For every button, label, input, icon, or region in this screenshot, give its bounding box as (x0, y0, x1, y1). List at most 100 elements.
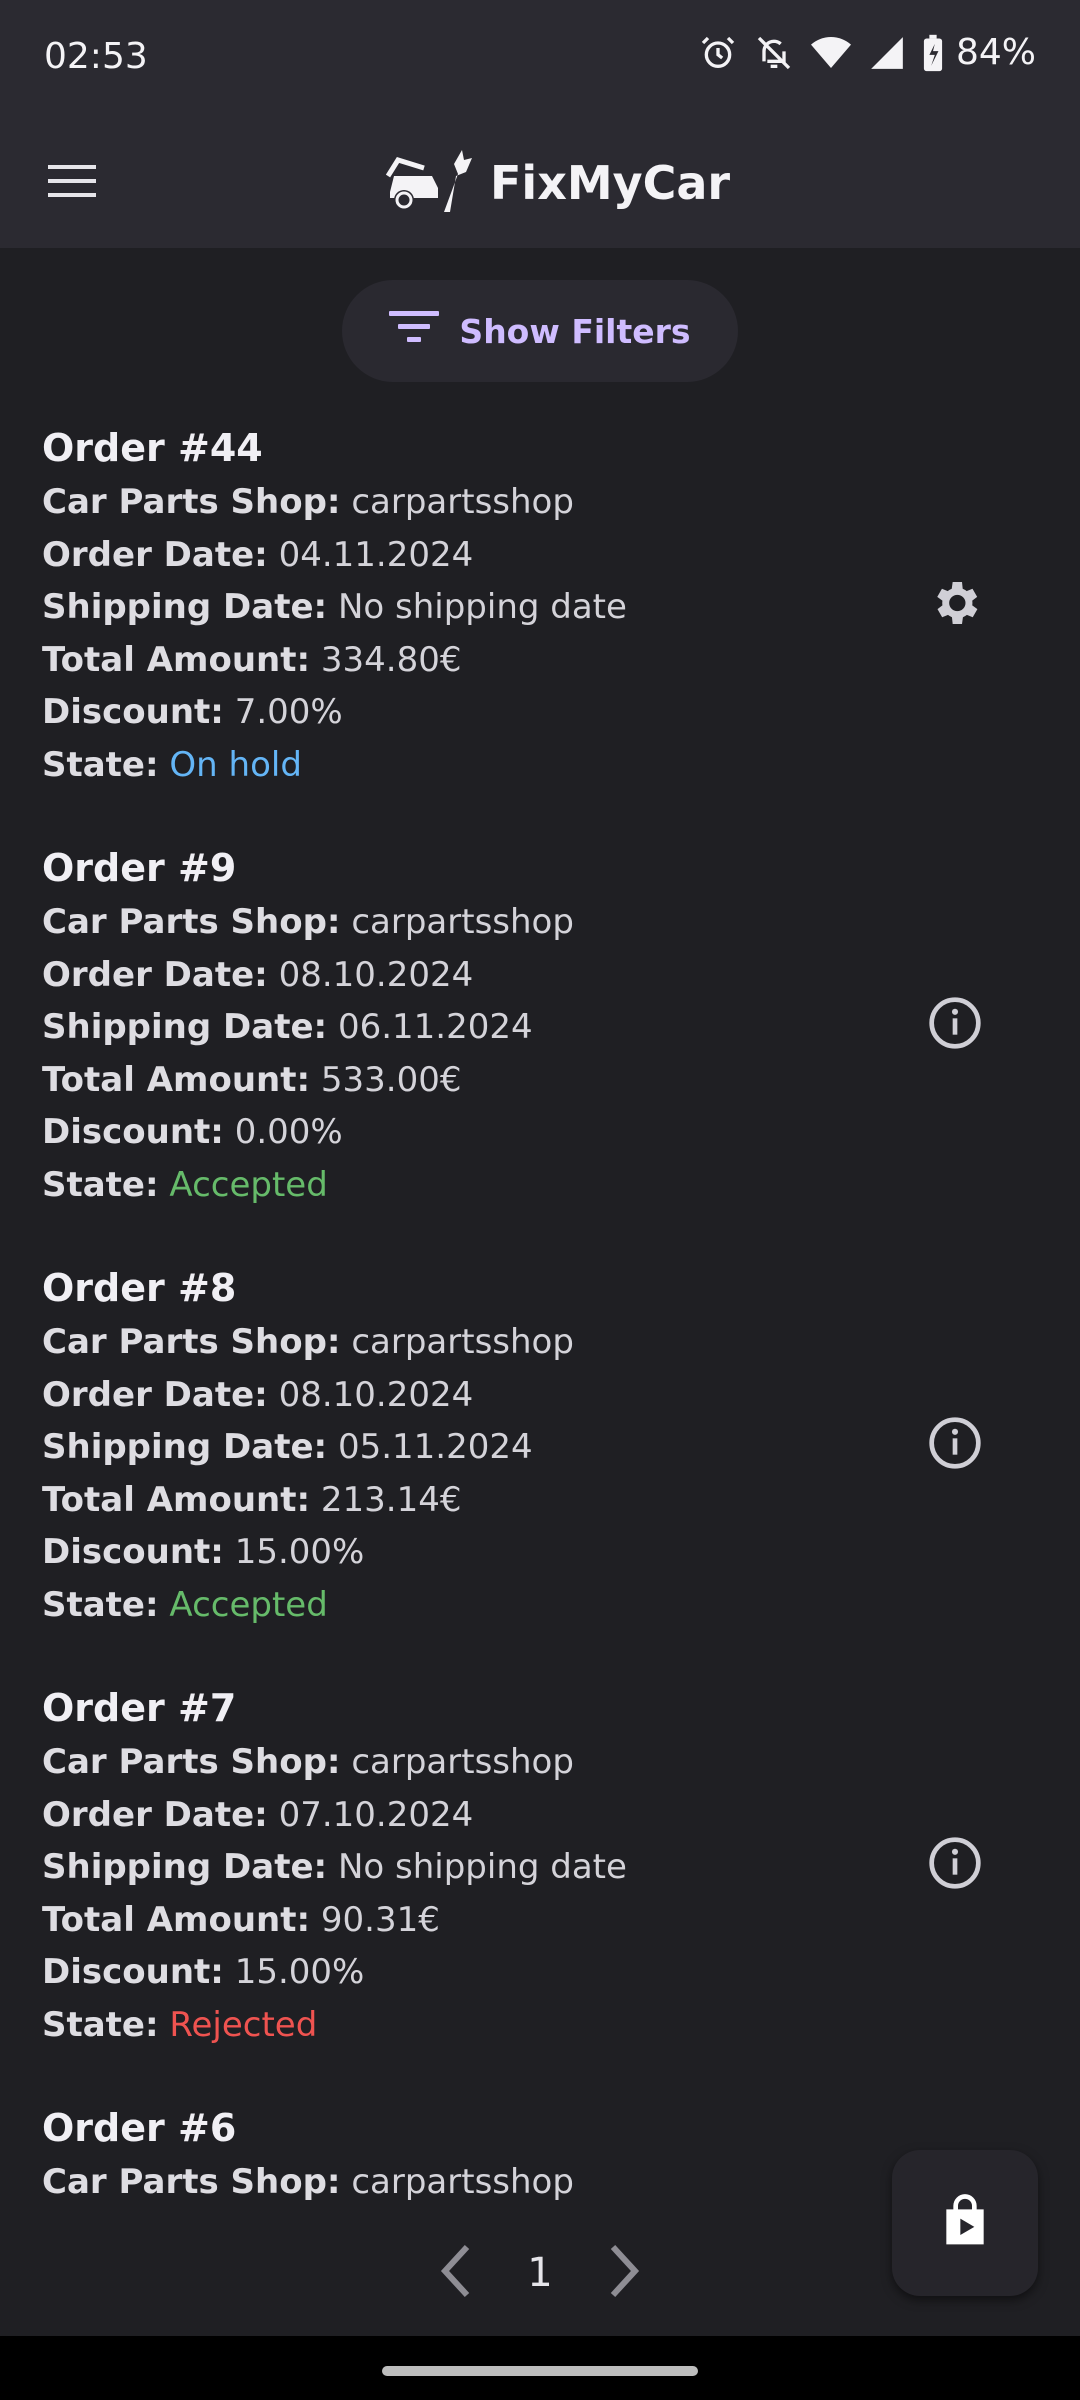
chevron-left-icon (437, 2244, 477, 2303)
order-info-button[interactable] (910, 980, 1000, 1070)
state-label: State: (42, 744, 159, 785)
shop-label: Car Parts Shop: (42, 482, 341, 522)
signal-icon (868, 33, 906, 73)
state-row: State: On hold (42, 739, 1042, 792)
total-amount-value: 213.14€ (320, 1479, 462, 1520)
discount-row: Discount: 7.00% (42, 686, 1042, 739)
order-title: Order #7 (42, 1686, 237, 1730)
menu-button[interactable] (36, 146, 110, 220)
status-bar: 02:53 84% (0, 0, 1080, 118)
battery-charging-icon (922, 33, 944, 73)
hamburger-menu-icon (48, 163, 98, 203)
discount-row: Discount: 15.00% (42, 1526, 1042, 1579)
total-amount-row: Total Amount: 90.31€ (42, 1894, 1042, 1947)
orders-list: Order #44 Car Parts Shop: carpartsshop O… (0, 408, 1080, 2208)
shop-value: carpartsshop (351, 902, 574, 942)
order-date-value: 08.10.2024 (278, 954, 474, 995)
order-date-label: Order Date: (42, 954, 268, 995)
discount-label: Discount: (42, 692, 224, 732)
shipping-date-label: Shipping Date: (42, 587, 328, 627)
state-value: Rejected (169, 2004, 318, 2045)
total-amount-value: 533.00€ (320, 1059, 462, 1100)
discount-row: Discount: 0.00% (42, 1106, 1042, 1159)
order-info-button[interactable] (910, 1820, 1000, 1910)
shop-value: carpartsshop (351, 1742, 574, 1782)
order-title: Order #8 (42, 1266, 237, 1310)
state-label: State: (42, 1584, 159, 1625)
discount-value: 0.00% (234, 1112, 343, 1152)
filter-list-icon (389, 309, 440, 353)
order-shop-row: Car Parts Shop: carpartsshop (42, 1316, 1042, 1369)
order-shop-row: Car Parts Shop: carpartsshop (42, 896, 1042, 949)
gear-icon (927, 575, 983, 635)
order-date-value: 08.10.2024 (278, 1374, 474, 1415)
total-amount-label: Total Amount: (42, 639, 311, 680)
order-date-row: Order Date: 08.10.2024 (42, 1369, 1042, 1422)
shipping-date-row: Shipping Date: 05.11.2024 (42, 1421, 1042, 1474)
order-title: Order #44 (42, 426, 263, 470)
wifi-icon (810, 33, 852, 73)
order-title: Order #9 (42, 846, 237, 890)
order-shop-row: Car Parts Shop: carpartsshop (42, 476, 1042, 529)
discount-label: Discount: (42, 1532, 224, 1572)
state-value: Accepted (169, 1584, 328, 1625)
total-amount-value: 90.31€ (320, 1899, 440, 1940)
current-page-number: 1 (527, 2250, 553, 2296)
show-filters-label: Show Filters (459, 311, 691, 351)
status-time: 02:53 (44, 36, 148, 77)
discount-value: 7.00% (234, 692, 343, 732)
order-card: Order #7 Car Parts Shop: carpartsshop Or… (42, 1680, 1042, 2051)
home-indicator[interactable] (382, 2366, 698, 2376)
order-title: Order #6 (42, 2106, 237, 2150)
total-amount-label: Total Amount: (42, 1059, 311, 1100)
shop-value: carpartsshop (351, 2162, 574, 2202)
bell-off-icon (754, 33, 794, 73)
shipping-date-row: Shipping Date: No shipping date (42, 581, 1042, 634)
state-row: State: Rejected (42, 1999, 1042, 2052)
shop-label: Car Parts Shop: (42, 1742, 341, 1782)
order-card: Order #44 Car Parts Shop: carpartsshop O… (42, 420, 1042, 791)
total-amount-row: Total Amount: 533.00€ (42, 1054, 1042, 1107)
total-amount-row: Total Amount: 213.14€ (42, 1474, 1042, 1527)
state-label: State: (42, 2004, 159, 2045)
show-filters-button[interactable]: Show Filters (342, 280, 738, 382)
order-shop-row: Car Parts Shop: carpartsshop (42, 1736, 1042, 1789)
shipping-date-label: Shipping Date: (42, 1427, 328, 1467)
shipping-date-label: Shipping Date: (42, 1007, 328, 1047)
shop-label: Car Parts Shop: (42, 2162, 341, 2202)
shipping-date-value: 06.11.2024 (337, 1007, 533, 1047)
info-icon (927, 1835, 983, 1895)
car-wrench-logo-icon (384, 146, 476, 220)
order-date-row: Order Date: 08.10.2024 (42, 949, 1042, 1002)
app-title: FixMyCar (490, 156, 731, 210)
state-value: Accepted (169, 1164, 328, 1205)
info-icon (927, 995, 983, 1055)
shop-value: carpartsshop (351, 482, 574, 522)
order-card: Order #9 Car Parts Shop: carpartsshop Or… (42, 840, 1042, 1211)
shopping-bag-play-icon (937, 2193, 993, 2253)
order-info-button[interactable] (910, 1400, 1000, 1490)
total-amount-label: Total Amount: (42, 1479, 311, 1520)
order-date-row: Order Date: 07.10.2024 (42, 1789, 1042, 1842)
status-icons: 84% (698, 32, 1036, 73)
battery-percentage: 84% (955, 32, 1036, 73)
state-row: State: Accepted (42, 1159, 1042, 1212)
shipping-date-row: Shipping Date: 06.11.2024 (42, 1001, 1042, 1054)
discount-value: 15.00% (234, 1952, 365, 1992)
next-page-button[interactable] (603, 2243, 643, 2303)
previous-page-button[interactable] (437, 2243, 477, 2303)
order-date-label: Order Date: (42, 534, 268, 575)
shipping-date-row: Shipping Date: No shipping date (42, 1841, 1042, 1894)
discount-label: Discount: (42, 1952, 224, 1992)
chevron-right-icon (603, 2244, 643, 2303)
state-value: On hold (169, 744, 302, 785)
shop-label: Car Parts Shop: (42, 1322, 341, 1362)
discount-label: Discount: (42, 1112, 224, 1152)
brand: FixMyCar (384, 136, 730, 230)
shop-fab-button[interactable] (892, 2150, 1038, 2296)
shipping-date-value: No shipping date (337, 1847, 627, 1887)
total-amount-row: Total Amount: 334.80€ (42, 634, 1042, 687)
order-settings-button[interactable] (910, 560, 1000, 650)
total-amount-value: 334.80€ (320, 639, 462, 680)
order-card: Order #8 Car Parts Shop: carpartsshop Or… (42, 1260, 1042, 1631)
